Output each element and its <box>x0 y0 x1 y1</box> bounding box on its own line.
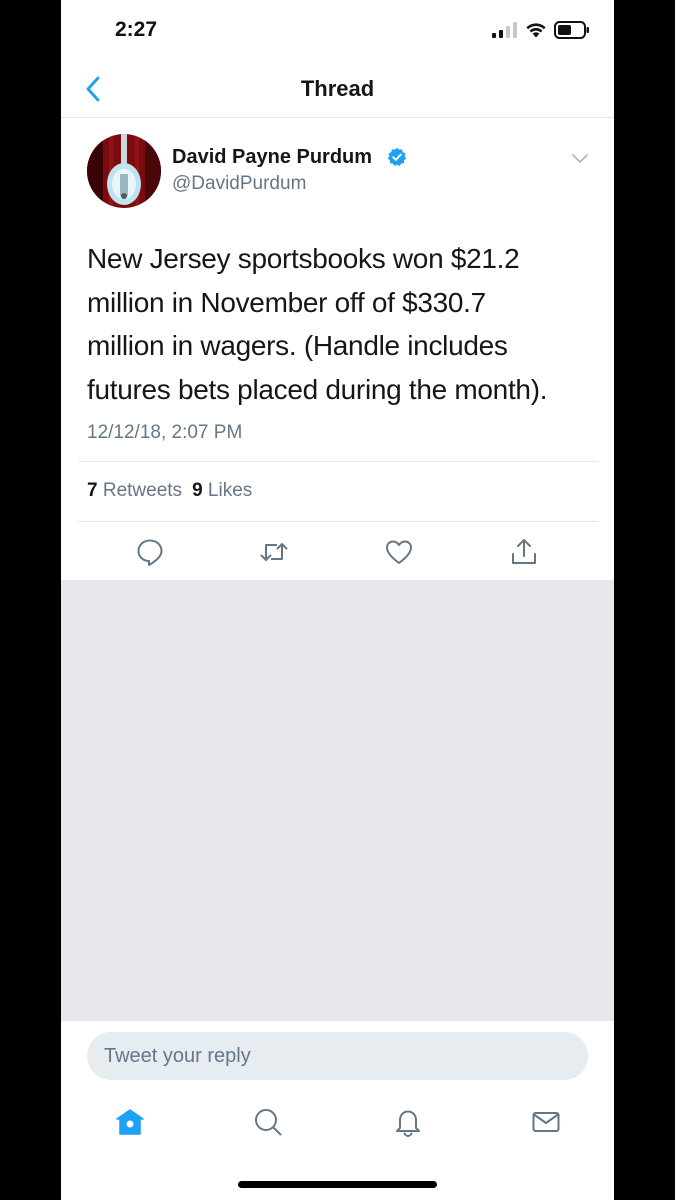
like-button[interactable] <box>383 536 415 568</box>
tweet-stats: 7 Retweets 9 Likes <box>87 480 252 502</box>
retweet-label: Retweets <box>102 480 183 501</box>
reply-input[interactable] <box>87 1032 588 1080</box>
tab-notifications[interactable] <box>392 1106 424 1138</box>
status-bar: 2:27 <box>61 0 614 60</box>
avatar-image <box>87 134 161 208</box>
search-icon <box>255 1109 282 1136</box>
likes-stat[interactable]: 9 Likes <box>192 480 252 502</box>
phone-screen: 2:27 Thread David Payne Purdum @DavidPur… <box>61 0 614 1200</box>
tweet-actions <box>61 524 614 580</box>
tweet-text-line: New Jersey sportsbooks won $21.2 <box>87 243 520 274</box>
share-icon <box>512 539 536 564</box>
divider <box>78 521 598 522</box>
divider <box>78 461 598 462</box>
tweet-timestamp: 12/12/18, 2:07 PM <box>87 422 243 443</box>
wifi-icon <box>526 23 546 38</box>
retweet-count: 7 <box>87 480 98 501</box>
retweet-icon <box>260 543 288 561</box>
chevron-down-icon <box>572 154 588 163</box>
verified-badge-icon <box>387 147 407 166</box>
author-handle[interactable]: @DavidPurdum <box>172 173 306 195</box>
messages-icon <box>532 1112 560 1132</box>
more-options-button[interactable] <box>570 151 590 165</box>
signal-icon <box>492 22 517 38</box>
reply-button[interactable] <box>134 536 166 568</box>
home-indicator[interactable] <box>238 1181 437 1188</box>
tweet-text-line: futures bets placed during the month). <box>87 373 548 405</box>
tweet: David Payne Purdum @DavidPurdum New Jers… <box>61 119 614 580</box>
share-button[interactable] <box>508 536 540 568</box>
author-name[interactable]: David Payne Purdum <box>172 146 372 169</box>
reply-icon <box>137 539 163 566</box>
avatar[interactable] <box>87 134 161 208</box>
nav-bar: Thread <box>61 60 614 118</box>
status-icons <box>492 18 590 42</box>
tab-search[interactable] <box>252 1106 284 1138</box>
reply-bar <box>61 1020 614 1090</box>
like-count: 9 <box>192 480 203 501</box>
notifications-icon <box>396 1110 420 1138</box>
thread-background <box>61 580 614 1020</box>
tweet-text-line: million in wagers. (Handle includes <box>87 330 508 361</box>
battery-icon <box>554 21 589 39</box>
home-icon <box>116 1109 144 1135</box>
like-icon <box>386 540 412 564</box>
status-time: 2:27 <box>115 18 158 41</box>
like-label: Likes <box>207 480 253 501</box>
tab-messages[interactable] <box>530 1106 562 1138</box>
tab-home[interactable] <box>114 1106 146 1138</box>
tab-bar <box>61 1090 614 1200</box>
page-title: Thread <box>300 76 375 101</box>
tweet-text-line: million in November off of $330.7 <box>87 286 486 318</box>
retweet-button[interactable] <box>258 536 290 568</box>
retweets-stat[interactable]: 7 Retweets <box>87 480 182 502</box>
tweet-text: New Jersey sportsbooks won $21.2 million… <box>87 237 587 411</box>
